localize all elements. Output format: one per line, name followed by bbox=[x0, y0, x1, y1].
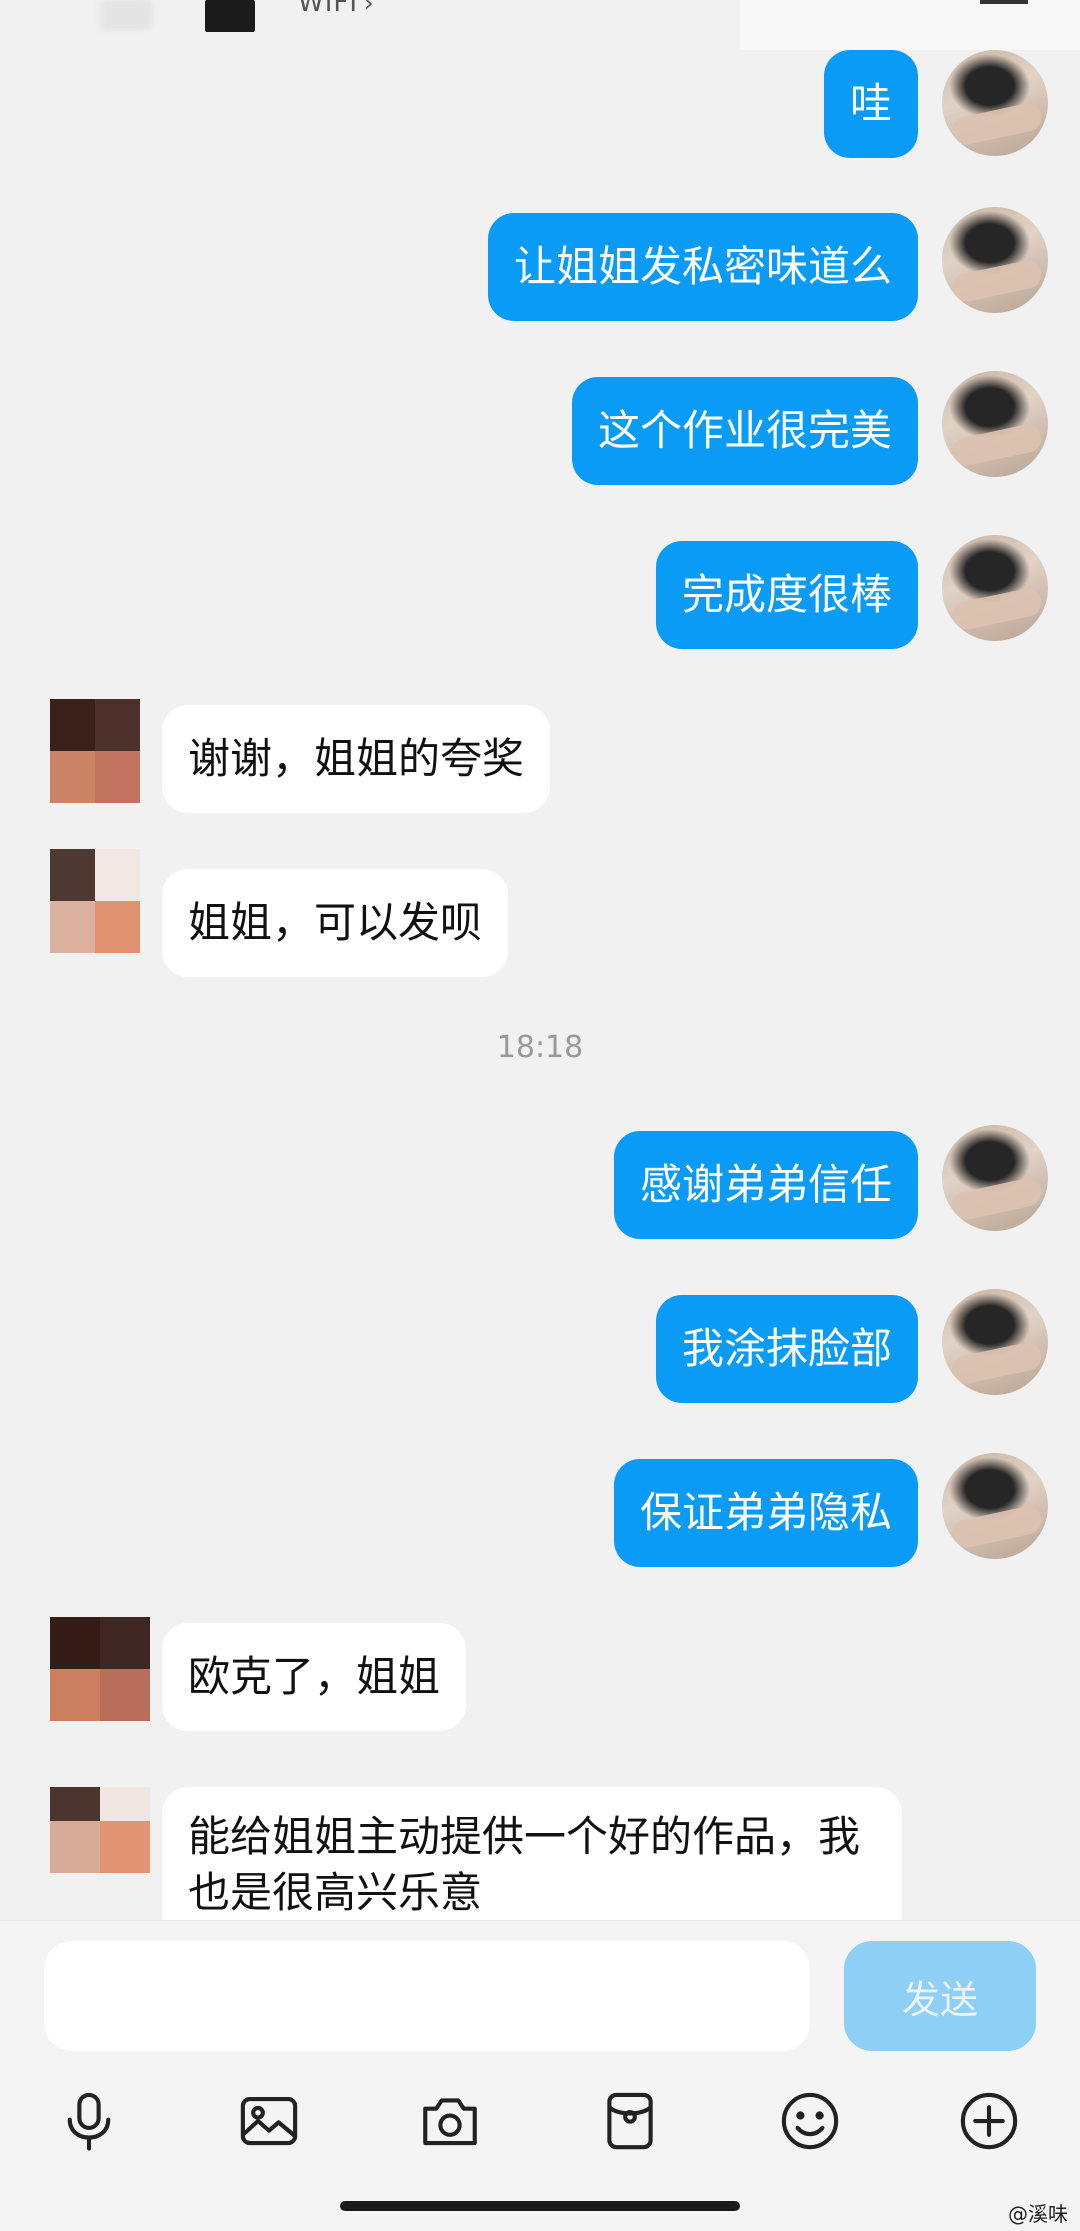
message-row: 谢谢，姐姐的夸奖 bbox=[0, 699, 1080, 815]
redacted-block bbox=[205, 0, 255, 32]
microphone-icon[interactable] bbox=[44, 2076, 134, 2166]
image-icon[interactable] bbox=[224, 2076, 314, 2166]
message-bubble-sent[interactable]: 哇 bbox=[823, 50, 918, 158]
red-packet-icon[interactable] bbox=[585, 2076, 675, 2166]
message-row: 姐姐，可以发呗 bbox=[0, 849, 1080, 979]
message-bubble-received[interactable]: 姐姐，可以发呗 bbox=[162, 869, 509, 977]
plus-icon[interactable] bbox=[944, 2076, 1034, 2166]
message-bubble-sent[interactable]: 完成度很棒 bbox=[655, 541, 918, 649]
message-row: 完成度很棒 bbox=[0, 535, 1080, 651]
peer-avatar[interactable] bbox=[50, 849, 140, 953]
my-avatar[interactable] bbox=[942, 1453, 1048, 1559]
chevron-right-icon: › bbox=[364, 0, 375, 17]
input-toolbar bbox=[0, 2076, 1080, 2176]
peer-avatar[interactable] bbox=[50, 699, 140, 803]
my-avatar[interactable] bbox=[942, 371, 1048, 477]
message-bubble-received[interactable]: 能给姐姐主动提供一个好的作品，我也是很高兴乐意 bbox=[162, 1787, 902, 1927]
message-row: 欧克了，姐姐 bbox=[0, 1617, 1080, 1733]
message-row: 保证弟弟隐私 bbox=[0, 1453, 1080, 1569]
menu-icon[interactable] bbox=[980, 0, 1028, 4]
peer-avatar[interactable] bbox=[50, 1787, 150, 1873]
message-bubble-received[interactable]: 欧克了，姐姐 bbox=[162, 1623, 467, 1731]
my-avatar[interactable] bbox=[942, 1289, 1048, 1395]
message-bubble-sent[interactable]: 让姐姐发私密味道么 bbox=[487, 213, 918, 321]
camera-icon[interactable] bbox=[405, 2076, 495, 2166]
my-avatar[interactable] bbox=[942, 207, 1048, 313]
peer-avatar[interactable] bbox=[50, 1617, 150, 1721]
my-avatar[interactable] bbox=[942, 50, 1048, 156]
watermark: @溪味 bbox=[1008, 2202, 1068, 2226]
message-row: 我涂抹脸部 bbox=[0, 1289, 1080, 1405]
message-row: 哇 bbox=[0, 50, 1080, 160]
input-area: 发送 bbox=[0, 1920, 1080, 2231]
message-bubble-sent[interactable]: 感谢弟弟信任 bbox=[613, 1131, 918, 1239]
timestamp-separator: 18:18 bbox=[496, 1030, 584, 1065]
message-row: 这个作业很完美 bbox=[0, 371, 1080, 487]
message-row: 能给姐姐主动提供一个好的作品，我也是很高兴乐意 bbox=[0, 1787, 1080, 1927]
my-avatar[interactable] bbox=[942, 1125, 1048, 1231]
blurred-title bbox=[100, 0, 152, 30]
message-row: 感谢弟弟信任 bbox=[0, 1125, 1080, 1241]
home-indicator[interactable] bbox=[340, 2201, 740, 2211]
message-input[interactable] bbox=[44, 1941, 810, 2051]
message-bubble-received[interactable]: 谢谢，姐姐的夸奖 bbox=[162, 705, 551, 813]
connection-status-label: WIFI bbox=[298, 0, 358, 18]
connection-status[interactable]: WIFI › bbox=[298, 0, 375, 18]
my-avatar[interactable] bbox=[942, 535, 1048, 641]
emoji-icon[interactable] bbox=[765, 2076, 855, 2166]
message-bubble-sent[interactable]: 这个作业很完美 bbox=[571, 377, 918, 485]
chat-header: WIFI › bbox=[0, 0, 1080, 50]
message-row: 让姐姐发私密味道么 bbox=[0, 207, 1080, 323]
message-bubble-sent[interactable]: 保证弟弟隐私 bbox=[613, 1459, 918, 1567]
header-right-area bbox=[740, 0, 1080, 50]
send-button[interactable]: 发送 bbox=[844, 1941, 1036, 2051]
message-bubble-sent[interactable]: 我涂抹脸部 bbox=[655, 1295, 918, 1403]
